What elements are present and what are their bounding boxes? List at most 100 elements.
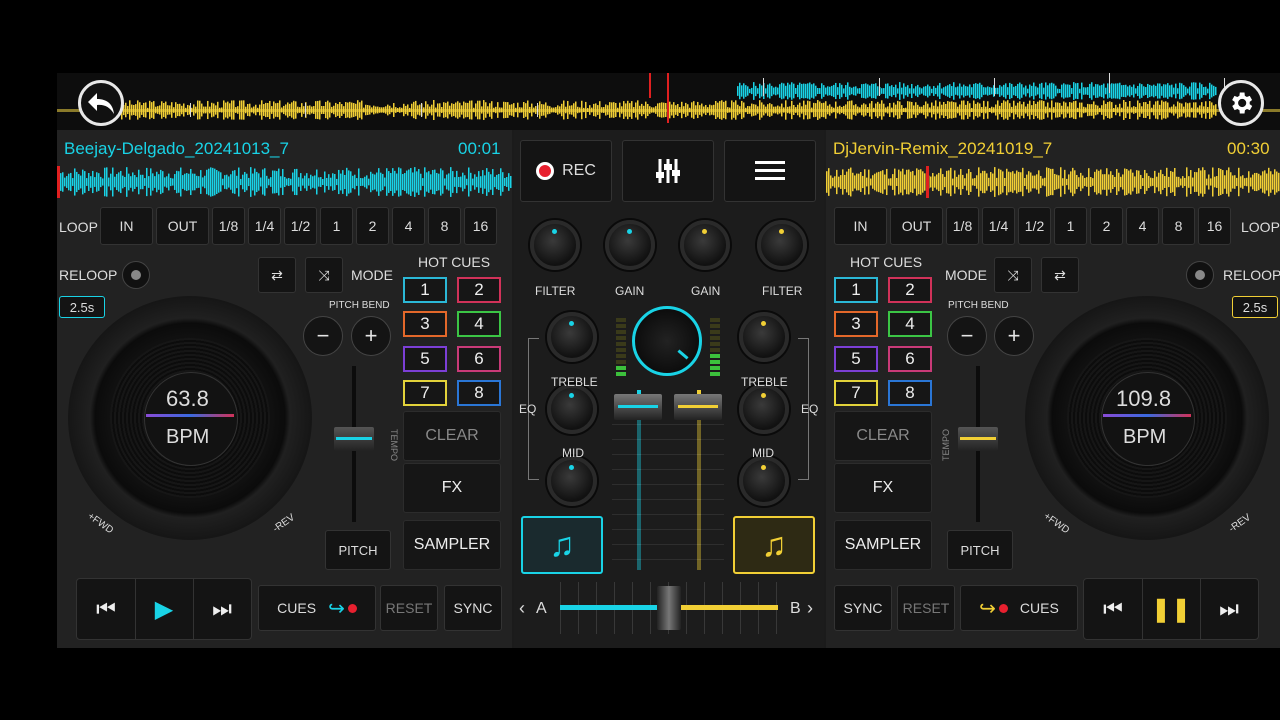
- deck-b-hot-cue-8[interactable]: 8: [888, 380, 932, 406]
- deck-b-loop-out[interactable]: OUT: [890, 207, 943, 245]
- deck-a-loop-out[interactable]: OUT: [156, 207, 209, 245]
- deck-b-loop-length-button[interactable]: 2: [1090, 207, 1123, 245]
- deck-a-treble-knob[interactable]: [547, 384, 597, 434]
- deck-a-sampler-button[interactable]: SAMPLER: [403, 520, 501, 570]
- deck-b-hot-cue-3[interactable]: 3: [834, 311, 878, 337]
- deck-a-clear-button[interactable]: CLEAR: [403, 411, 501, 461]
- deck-b-pitch-button[interactable]: PITCH: [947, 530, 1013, 570]
- deck-a-loop-length-button[interactable]: 1/2: [284, 207, 317, 245]
- deck-a-loop-length-button[interactable]: 1/4: [248, 207, 281, 245]
- deck-a-tempo-slider[interactable]: [334, 427, 374, 451]
- deck-b-pitch-plus-button[interactable]: +: [994, 316, 1034, 356]
- deck-a-sync-button[interactable]: SYNC: [444, 585, 502, 631]
- deck-a-hot-cue-4[interactable]: 4: [457, 311, 501, 337]
- crossfader-right-arrow[interactable]: ›: [807, 598, 813, 619]
- deck-b-pause-button[interactable]: ❚❚: [1142, 579, 1201, 639]
- record-button[interactable]: REC: [520, 140, 612, 202]
- deck-a-waveform[interactable]: [57, 166, 512, 198]
- deck-b-music-button[interactable]: ♫: [733, 516, 815, 574]
- deck-a-cues-button[interactable]: CUES ↪: [258, 585, 376, 631]
- deck-b-hot-cue-2[interactable]: 2: [888, 277, 932, 303]
- deck-a-loop-in[interactable]: IN: [100, 207, 153, 245]
- deck-b-shuffle-button[interactable]: ⤨: [994, 257, 1032, 293]
- deck-a-pitch-minus-button[interactable]: −: [303, 316, 343, 356]
- deck-b-loop-length-button[interactable]: 4: [1126, 207, 1159, 245]
- deck-b-reloop-toggle[interactable]: [1186, 261, 1214, 289]
- crossfader-left-arrow[interactable]: ‹: [519, 598, 525, 619]
- deck-b-loop-in[interactable]: IN: [834, 207, 887, 245]
- deck-b-hot-cue-1[interactable]: 1: [834, 277, 878, 303]
- deck-a-jog-wheel[interactable]: [68, 296, 312, 540]
- mixer-settings-button[interactable]: [622, 140, 714, 202]
- master-volume-knob[interactable]: [632, 306, 702, 376]
- deck-a-loop-length-button[interactable]: 16: [464, 207, 497, 245]
- deck-b-hot-cue-6[interactable]: 6: [888, 346, 932, 372]
- deck-b-hi-knob[interactable]: [739, 312, 789, 362]
- deck-b-repeat-button[interactable]: ⇄: [1041, 257, 1079, 293]
- deck-b-reloop-time[interactable]: 2.5s: [1232, 296, 1278, 318]
- deck-a-loop-length-button[interactable]: 4: [392, 207, 425, 245]
- deck-a-repeat-button[interactable]: ⇄: [258, 257, 296, 293]
- deck-b-loop-length-button[interactable]: 16: [1198, 207, 1231, 245]
- deck-a-music-button[interactable]: ♫: [521, 516, 603, 574]
- deck-b-tempo-slider[interactable]: [958, 427, 998, 451]
- deck-a-pitch-button[interactable]: PITCH: [325, 530, 391, 570]
- deck-b-loop-length-button[interactable]: 1/4: [982, 207, 1015, 245]
- deck-b-waveform[interactable]: [826, 166, 1280, 198]
- deck-a-hot-cue-5[interactable]: 5: [403, 346, 447, 372]
- menu-button[interactable]: [724, 140, 816, 202]
- next-button[interactable]: ⏭: [1200, 579, 1258, 639]
- back-button[interactable]: [78, 80, 124, 126]
- deck-b-pitch-minus-button[interactable]: −: [947, 316, 987, 356]
- settings-button[interactable]: [1218, 80, 1264, 126]
- deck-a-loop-length-button[interactable]: 2: [356, 207, 389, 245]
- deck-b-sync-button[interactable]: SYNC: [834, 585, 892, 631]
- crossfader-handle[interactable]: [657, 586, 681, 630]
- deck-b-loop-length-button[interactable]: 8: [1162, 207, 1195, 245]
- deck-a-loop-length-button[interactable]: 8: [428, 207, 461, 245]
- deck-a-hot-cue-6[interactable]: 6: [457, 346, 501, 372]
- deck-a-loop-length-button[interactable]: 1/8: [212, 207, 245, 245]
- deck-a-mid-knob[interactable]: [547, 456, 597, 506]
- deck-a-pitch-plus-button[interactable]: +: [351, 316, 391, 356]
- deck-b-fx-button[interactable]: FX: [834, 463, 932, 513]
- next-button[interactable]: ⏭: [193, 579, 251, 639]
- deck-b-jog-wheel[interactable]: [1025, 296, 1269, 540]
- deck-a-hi-knob[interactable]: [547, 312, 597, 362]
- deck-a-filter-knob[interactable]: [530, 220, 580, 270]
- deck-b-clear-button[interactable]: CLEAR: [834, 411, 932, 461]
- deck-a-channel-fader[interactable]: [614, 394, 662, 421]
- deck-a-reloop-toggle[interactable]: [122, 261, 150, 289]
- deck-a-loop-length-button[interactable]: 1: [320, 207, 353, 245]
- deck-b-filter-knob[interactable]: [757, 220, 807, 270]
- deck-a-hot-cue-7[interactable]: 7: [403, 380, 447, 406]
- deck-b-mid-knob[interactable]: [739, 456, 789, 506]
- deck-b-hot-cue-5[interactable]: 5: [834, 346, 878, 372]
- deck-a-hot-cue-3[interactable]: 3: [403, 311, 447, 337]
- previous-button[interactable]: ⏮: [77, 579, 136, 639]
- deck-a-shuffle-button[interactable]: ⤨: [305, 257, 343, 293]
- deck-a-reset-button[interactable]: RESET: [380, 585, 438, 631]
- deck-a-play-button[interactable]: ▶: [135, 579, 194, 639]
- deck-b-hot-cue-4[interactable]: 4: [888, 311, 932, 337]
- overview-waveform-bar[interactable]: [57, 73, 1280, 130]
- deck-a-hot-cue-2[interactable]: 2: [457, 277, 501, 303]
- deck-a-hot-cue-1[interactable]: 1: [403, 277, 447, 303]
- deck-a-fx-button[interactable]: FX: [403, 463, 501, 513]
- deck-b-treble-knob[interactable]: [739, 384, 789, 434]
- deck-b-loop-length-button[interactable]: 1/2: [1018, 207, 1051, 245]
- sliders-icon: [656, 159, 680, 183]
- deck-b-cues-button[interactable]: ↪ CUES: [960, 585, 1078, 631]
- deck-a-hot-cue-8[interactable]: 8: [457, 380, 501, 406]
- deck-a-gain-knob[interactable]: [605, 220, 655, 270]
- deck-b-channel-fader[interactable]: [674, 394, 722, 421]
- deck-b-hot-cue-7[interactable]: 7: [834, 380, 878, 406]
- deck-b-sampler-button[interactable]: SAMPLER: [834, 520, 932, 570]
- deck-b-gain-knob[interactable]: [680, 220, 730, 270]
- previous-button[interactable]: ⏮: [1084, 579, 1143, 639]
- deck-a-reloop-time[interactable]: 2.5s: [59, 296, 105, 318]
- crossfader-b-label: B: [790, 600, 801, 617]
- deck-b-reset-button[interactable]: RESET: [897, 585, 955, 631]
- deck-b-loop-length-button[interactable]: 1/8: [946, 207, 979, 245]
- deck-b-loop-length-button[interactable]: 1: [1054, 207, 1087, 245]
